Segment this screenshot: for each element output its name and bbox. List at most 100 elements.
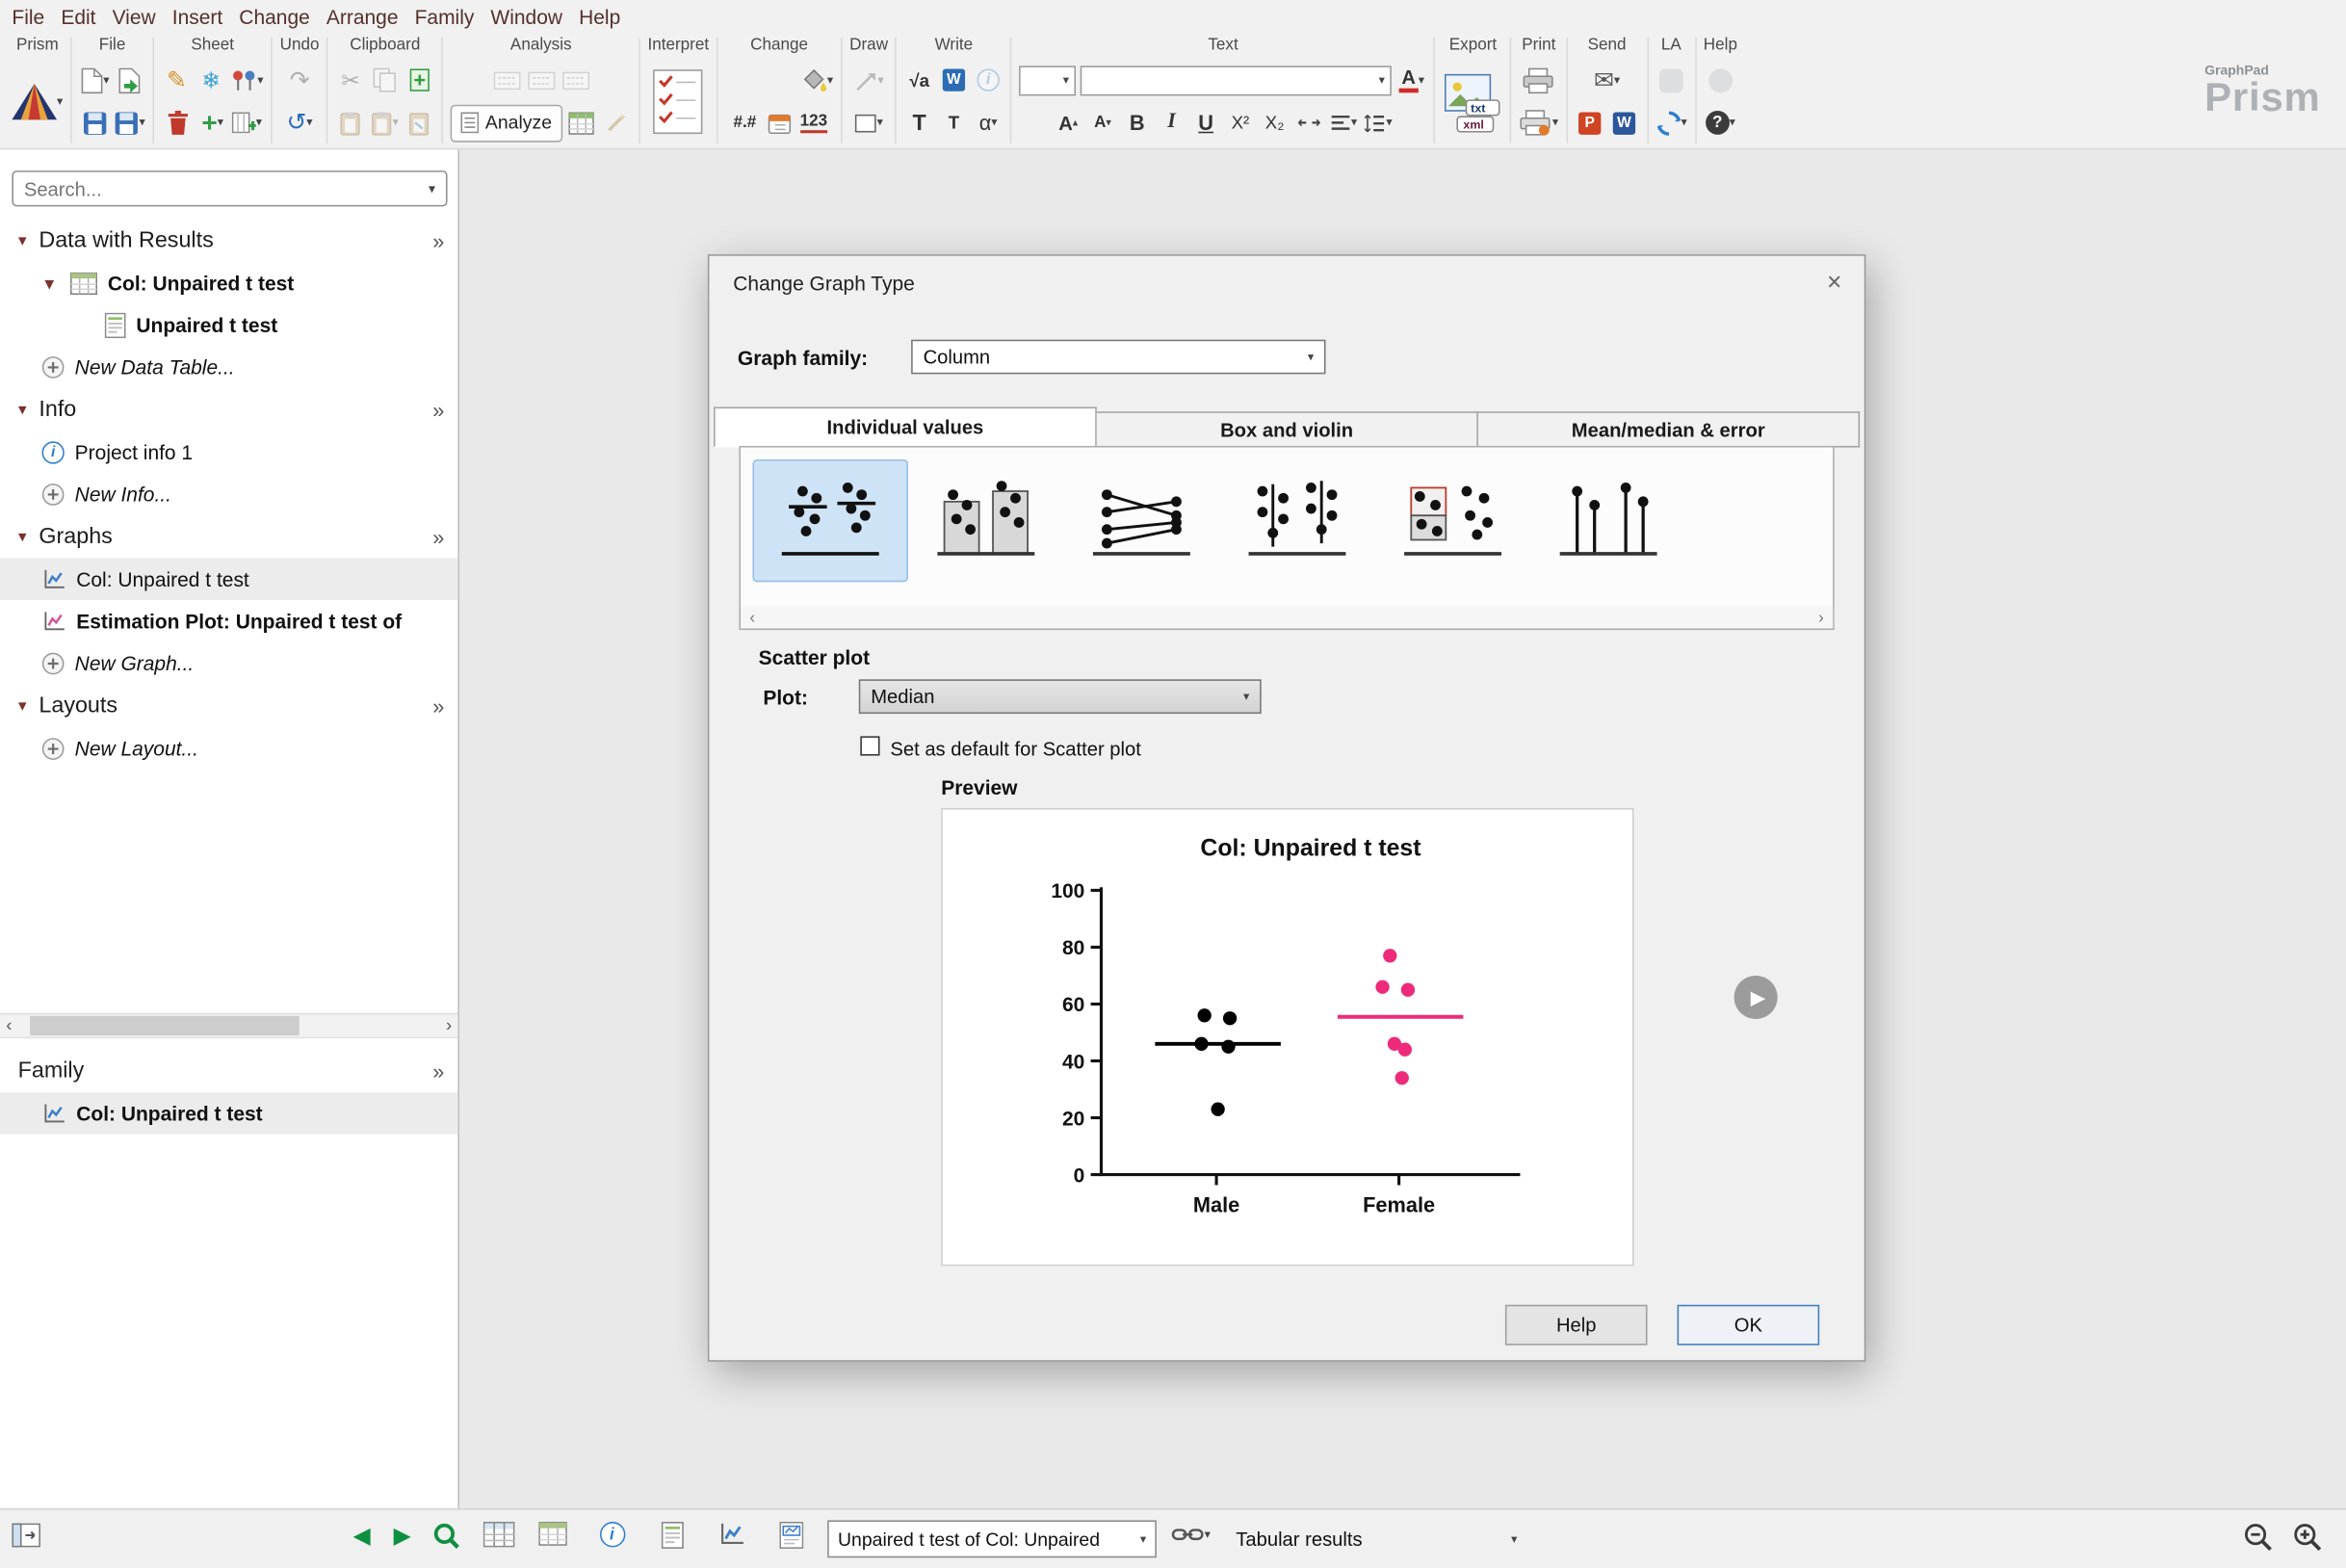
help-button-toolbar[interactable]: ? ▾: [1705, 104, 1735, 142]
sidebar-item-new-info[interactable]: New Info...: [0, 473, 457, 515]
search-sheets-button[interactable]: [432, 1522, 461, 1551]
italic-button[interactable]: I: [1157, 104, 1186, 142]
zoom-in-button[interactable]: [2292, 1522, 2324, 1554]
redo-button[interactable]: ↷: [284, 62, 314, 99]
collapse-icon[interactable]: ▾: [39, 274, 60, 293]
section-data-with-results[interactable]: ▾ Data with Results »: [0, 219, 457, 262]
play-demo-button[interactable]: ▶: [1733, 975, 1778, 1020]
collapse-icon[interactable]: ▾: [12, 230, 33, 250]
underline-button[interactable]: U: [1191, 104, 1221, 142]
scroll-right-icon[interactable]: ›: [446, 1014, 452, 1036]
new-sheet-button[interactable]: + ▾: [197, 104, 227, 142]
menu-edit[interactable]: Edit: [61, 2, 109, 31]
results-view-selector[interactable]: Tabular results ▾: [1230, 1519, 1524, 1559]
navigator-toggle-button[interactable]: [12, 1523, 40, 1548]
sidebar-item-new-graph[interactable]: New Graph...: [0, 641, 457, 684]
layouts-button[interactable]: [766, 1522, 817, 1549]
paste-button[interactable]: [336, 104, 366, 142]
gallery-scrollbar[interactable]: ‹ ›: [741, 606, 1834, 629]
greek-button[interactable]: α ▾: [974, 104, 1004, 142]
analysis-step3-icon[interactable]: [560, 62, 590, 99]
paste-link-button[interactable]: [404, 104, 434, 142]
menu-arrange[interactable]: Arrange: [326, 2, 412, 31]
section-layouts[interactable]: ▾ Layouts »: [0, 684, 457, 727]
sheet-selector[interactable]: Unpaired t test of Col: Unpaired ▾: [827, 1520, 1157, 1558]
paste-special-button[interactable]: ▾: [370, 104, 400, 142]
format-bucket-button[interactable]: ▾: [800, 62, 833, 99]
section-info[interactable]: ▾ Info »: [0, 387, 457, 431]
dialog-titlebar[interactable]: Change Graph Type ×: [709, 256, 1864, 311]
sidebar-item-new-layout[interactable]: New Layout...: [0, 727, 457, 770]
bold-button[interactable]: B: [1122, 104, 1152, 142]
collapse-icon[interactable]: ▾: [12, 400, 33, 419]
menu-insert[interactable]: Insert: [172, 2, 236, 31]
sidebar-hscrollbar[interactable]: ‹ ›: [0, 1012, 458, 1039]
prism-logo-button[interactable]: ▾: [12, 83, 63, 120]
subscript-button[interactable]: X₂: [1260, 104, 1290, 142]
text-box-button[interactable]: T: [939, 104, 969, 142]
open-project-button[interactable]: [115, 62, 144, 99]
menu-help[interactable]: Help: [579, 2, 634, 31]
freeze-sheet-button[interactable]: ❄: [196, 62, 226, 99]
menu-change[interactable]: Change: [239, 2, 323, 31]
sidebar-item-project-info[interactable]: i Project info 1: [0, 431, 457, 473]
back-button[interactable]: ◀: [353, 1522, 371, 1549]
shrink-font-button[interactable]: A ▾: [1087, 104, 1117, 142]
insert-sheet-button[interactable]: ▾: [231, 104, 262, 142]
expand-icon[interactable]: »: [432, 693, 444, 718]
graph-type-before-after[interactable]: [1064, 459, 1220, 582]
close-icon[interactable]: ×: [1827, 268, 1841, 298]
undo-button[interactable]: ↺ ▾: [284, 104, 314, 142]
scroll-left-icon[interactable]: ‹: [6, 1014, 12, 1036]
duplicate-family-button[interactable]: [404, 62, 434, 99]
send-word-button[interactable]: W: [1609, 104, 1639, 142]
section-family[interactable]: Family »: [0, 1049, 457, 1092]
wizard-button[interactable]: [601, 104, 631, 142]
print-button[interactable]: [1523, 62, 1555, 99]
number-format-button[interactable]: #.#: [730, 104, 760, 142]
sidebar-item-graph[interactable]: Col: Unpaired t test: [0, 558, 458, 600]
tab-box-and-violin[interactable]: Box and violin: [1096, 411, 1478, 448]
graph-type-spike-plot[interactable]: [1530, 459, 1686, 582]
forward-button[interactable]: ▶: [394, 1522, 411, 1549]
results-sheets-button[interactable]: [646, 1522, 697, 1549]
family-item-graph[interactable]: Col: Unpaired t test: [0, 1092, 458, 1135]
lookup-button[interactable]: W: [939, 62, 969, 99]
graph-type-scatter-with-median[interactable]: [752, 458, 909, 583]
graph-family-select[interactable]: Column ▾: [911, 339, 1326, 375]
search-box[interactable]: ▾: [12, 170, 448, 207]
equation-button[interactable]: √a: [904, 62, 934, 99]
graph-type-scatter-on-bar[interactable]: [908, 459, 1064, 582]
date-format-button[interactable]: [765, 104, 795, 142]
copy-button[interactable]: [370, 62, 400, 99]
tab-mean-median-error[interactable]: Mean/median & error: [1477, 411, 1861, 448]
sidebar-item-data-table[interactable]: ▾ Col: Unpaired t test: [0, 262, 457, 304]
save-button[interactable]: [79, 104, 109, 142]
graph-type-scatter-with-boxes[interactable]: [1375, 459, 1531, 582]
delete-sheet-button[interactable]: [163, 104, 193, 142]
help-button[interactable]: Help: [1504, 1304, 1648, 1346]
superscript-button[interactable]: X²: [1225, 104, 1255, 142]
pin-sheet-button[interactable]: ▾: [230, 62, 264, 99]
email-button[interactable]: ✉ ▾: [1592, 62, 1622, 99]
font-color-button[interactable]: A ▾: [1396, 62, 1426, 99]
save-as-button[interactable]: ▾: [114, 104, 145, 142]
expand-icon[interactable]: »: [432, 397, 444, 421]
cut-button[interactable]: ✂: [336, 62, 366, 99]
tab-individual-values[interactable]: Individual values: [714, 406, 1097, 448]
graphs-button[interactable]: [706, 1522, 757, 1547]
plot-select[interactable]: Median ▾: [858, 679, 1262, 715]
analyze-button[interactable]: Analyze: [451, 104, 562, 143]
data-tables-button[interactable]: [527, 1522, 578, 1546]
zoom-out-button[interactable]: [2243, 1522, 2275, 1554]
font-size-select[interactable]: ▾: [1019, 65, 1077, 96]
sidebar-item-new-data-table[interactable]: New Data Table...: [0, 346, 457, 388]
sidebar-item-results-sheet[interactable]: Unpaired t test: [0, 303, 457, 346]
scroll-left-icon[interactable]: ‹: [749, 609, 755, 627]
font-name-select[interactable]: ▾: [1081, 65, 1393, 96]
decimals-button[interactable]: 123: [798, 104, 828, 142]
link-button[interactable]: ▾: [1171, 1525, 1211, 1544]
kerning-button[interactable]: [1294, 104, 1324, 142]
section-graphs[interactable]: ▾ Graphs »: [0, 514, 457, 558]
search-input[interactable]: [23, 177, 430, 200]
